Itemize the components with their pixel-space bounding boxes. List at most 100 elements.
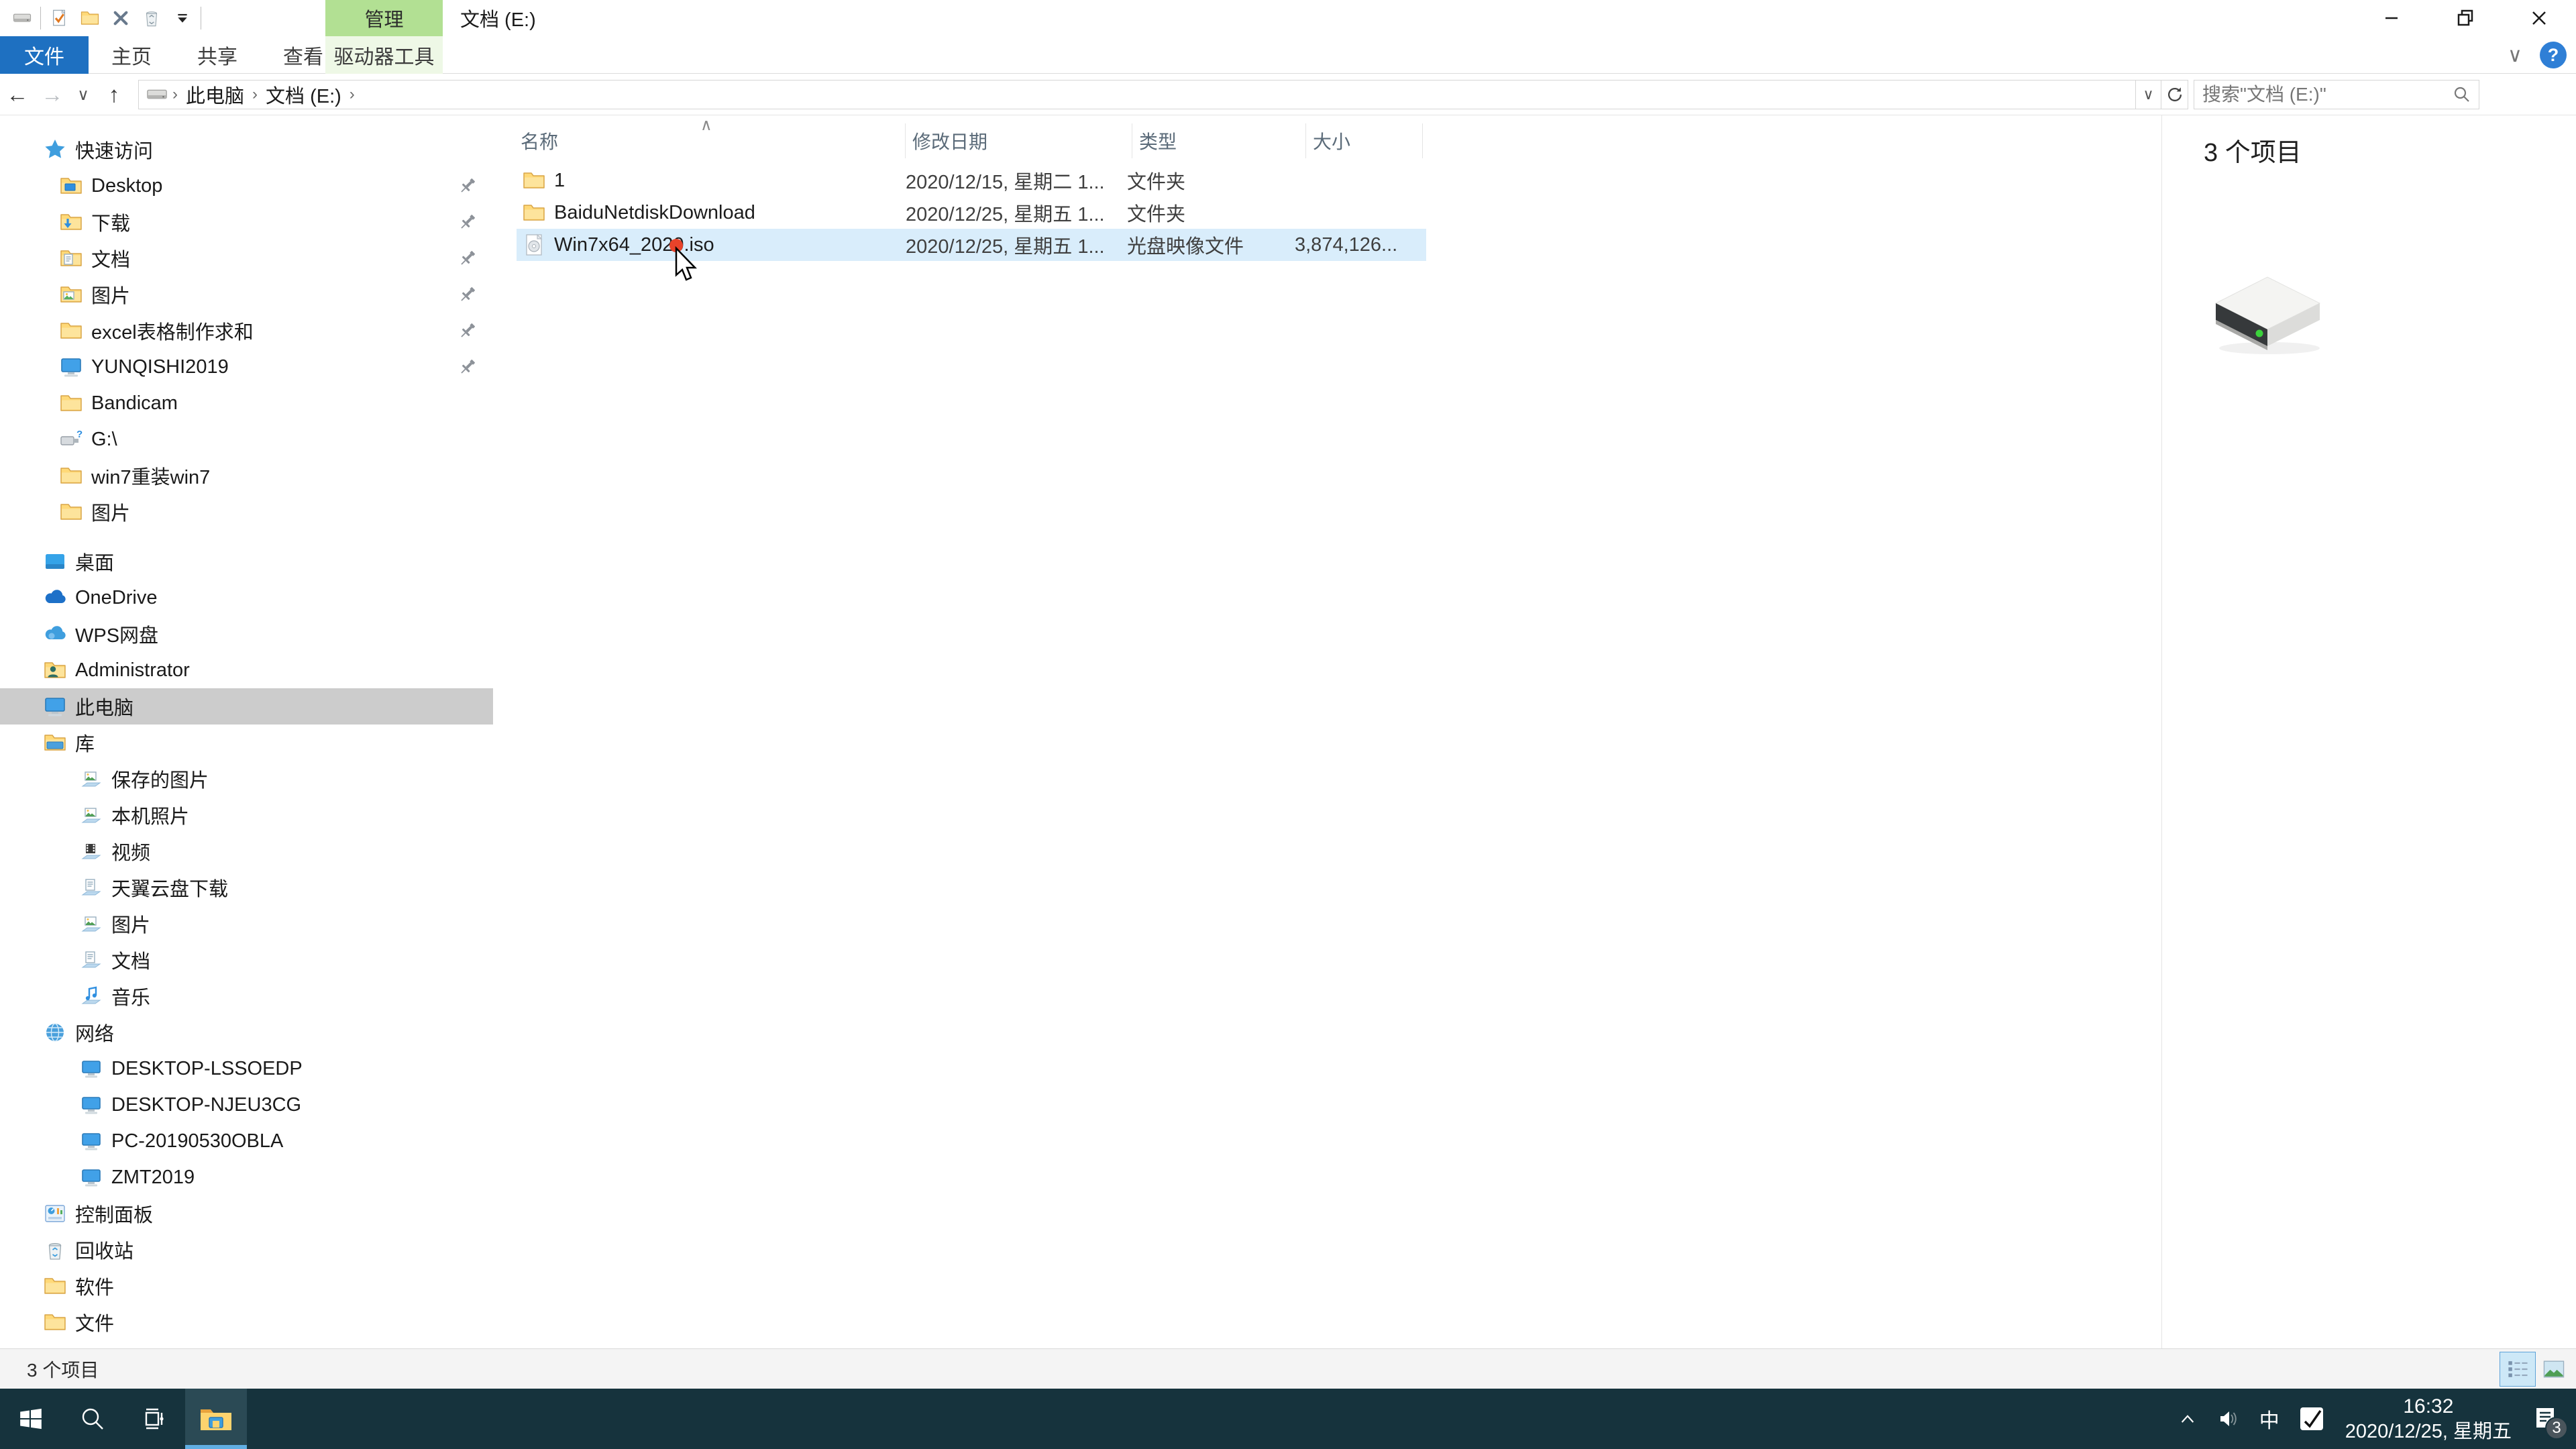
sidebar-item-Administrator[interactable]: Administrator	[0, 652, 493, 688]
window-drive-icon[interactable]	[7, 3, 38, 33]
restore-button[interactable]	[2428, 0, 2502, 36]
system-tray: 中 16:32 2020/12/25, 星期五 3	[2168, 1389, 2569, 1449]
sidebar-item-ZMT2019[interactable]: ZMT2019	[0, 1159, 493, 1195]
checkmark-app-icon[interactable]	[2289, 1389, 2334, 1449]
sidebar-item-图片[interactable]: 图片	[0, 906, 493, 942]
sidebar-item-音乐[interactable]: 音乐	[0, 978, 493, 1014]
sidebar-item-文件[interactable]: 文件	[0, 1304, 493, 1340]
forward-button[interactable]: →	[35, 78, 70, 111]
notification-badge: 3	[2545, 1417, 2568, 1440]
column-header-类型[interactable]: 类型	[1132, 123, 1306, 158]
sidebar-item-G:\[interactable]: ? G:\	[0, 421, 493, 458]
sidebar-item-保存的图片[interactable]: 保存的图片	[0, 761, 493, 797]
delete-icon[interactable]	[105, 3, 136, 33]
sidebar-item-DESKTOP-NJEU3CG[interactable]: DESKTOP-NJEU3CG	[0, 1087, 493, 1123]
breadcrumb-chevron-icon[interactable]: ›	[171, 85, 179, 104]
file-list: ∧ 名称 修改日期 类型 大小 1 2020/12/15, 星期二 1... 文件夹 Bai…	[514, 115, 1440, 1348]
sidebar-item-excel表格制作求和[interactable]: excel表格制作求和	[0, 313, 493, 349]
file-type: 文件夹	[1127, 172, 1186, 193]
search-input[interactable]	[2201, 83, 2452, 106]
tray-chevron-icon[interactable]	[2168, 1389, 2207, 1449]
file-size: 3,874,126...	[1295, 233, 1398, 256]
sidebar-item-label: 文件	[75, 1313, 115, 1335]
sidebar-item-图片[interactable]: 图片	[0, 494, 493, 530]
sidebar-item-视频[interactable]: 视频	[0, 833, 493, 869]
customize-qat-icon[interactable]	[167, 3, 198, 33]
back-button[interactable]: ←	[0, 78, 35, 111]
file-row-Win7x64_2020.iso[interactable]: Win7x64_2020.iso 2020/12/25, 星期五 1... 光盘映像…	[517, 229, 1426, 261]
taskbar-file-explorer-button[interactable]	[185, 1389, 247, 1449]
sidebar-item-文档[interactable]: 文档	[0, 240, 493, 276]
sidebar-item-桌面[interactable]: 桌面	[0, 543, 493, 580]
close-icon	[2532, 11, 2546, 25]
new-folder-icon[interactable]	[74, 3, 105, 33]
tab-主页[interactable]: 主页	[89, 36, 174, 74]
folder-icon	[43, 1310, 67, 1334]
column-header-修改日期[interactable]: 修改日期	[906, 123, 1132, 158]
sidebar-item-快速访问[interactable]: 快速访问	[0, 131, 493, 168]
sidebar-item-回收站[interactable]: 回收站	[0, 1232, 493, 1268]
monitor-icon	[59, 355, 83, 379]
task-view-button[interactable]	[123, 1389, 185, 1449]
breadcrumb-segment[interactable]: 文档 (E:)	[259, 80, 348, 109]
minimize-button[interactable]	[2355, 0, 2428, 36]
file-row-1[interactable]: 1 2020/12/15, 星期二 1... 文件夹	[517, 164, 1426, 197]
pin-icon	[457, 175, 478, 197]
refresh-button[interactable]	[2161, 80, 2188, 109]
sidebar-item-label: 回收站	[75, 1241, 134, 1263]
address-field[interactable]: › 此电脑 › 文档 (E:) ›	[138, 80, 2136, 109]
sidebar-item-DESKTOP-LSSOEDP[interactable]: DESKTOP-LSSOEDP	[0, 1051, 493, 1087]
file-row-BaiduNetdiskDownload[interactable]: BaiduNetdiskDownload 2020/12/25, 星期五 1...…	[517, 197, 1426, 229]
sidebar-item-库[interactable]: 库	[0, 724, 493, 761]
breadcrumb-segment[interactable]: 此电脑	[179, 80, 251, 109]
breadcrumb-chevron-icon[interactable]: ›	[348, 85, 356, 104]
start-button[interactable]	[0, 1389, 62, 1449]
sidebar-item-此电脑[interactable]: 此电脑	[0, 688, 493, 724]
tab-file[interactable]: 文件	[0, 36, 89, 74]
sidebar-item-Desktop[interactable]: Desktop	[0, 168, 493, 204]
tab-共享[interactable]: 共享	[174, 36, 260, 74]
sidebar-item-网络[interactable]: 网络	[0, 1014, 493, 1051]
sidebar-item-PC-20190530OBLA[interactable]: PC-20190530OBLA	[0, 1123, 493, 1159]
sidebar-item-天翼云盘下载[interactable]: 天翼云盘下载	[0, 869, 493, 906]
sidebar-item-win7重装win7[interactable]: win7重装win7	[0, 458, 493, 494]
column-header-大小[interactable]: 大小	[1306, 123, 1423, 158]
sidebar-item-OneDrive[interactable]: OneDrive	[0, 580, 493, 616]
breadcrumb-chevron-icon[interactable]: ›	[251, 85, 259, 104]
search-box[interactable]	[2194, 80, 2479, 109]
file-name: BaiduNetdiskDownload	[554, 201, 755, 223]
sidebar-item-WPS网盘[interactable]: WPS网盘	[0, 616, 493, 652]
thumbnail-view-button[interactable]	[2536, 1352, 2572, 1387]
sidebar-item-下载[interactable]: 下载	[0, 204, 493, 240]
taskbar-search-button[interactable]	[62, 1389, 123, 1449]
sidebar-item-控制面板[interactable]: 控制面板	[0, 1195, 493, 1232]
title-bar: 管理 文档 (E:)	[0, 0, 2576, 36]
ribbon-tab-row: 文件 主页 共享 查看 驱动器工具 ∨ ?	[0, 36, 2576, 74]
recent-locations-icon[interactable]: ∨	[70, 78, 97, 111]
preview-items-count: 3 个项目	[2204, 139, 2302, 167]
sidebar-item-文档[interactable]: 文档	[0, 942, 493, 978]
recycle-icon[interactable]	[136, 3, 167, 33]
ime-indicator[interactable]: 中	[2250, 1389, 2289, 1449]
properties-icon[interactable]	[44, 3, 74, 33]
tab-drive-tools[interactable]: 驱动器工具	[325, 36, 443, 74]
address-dropdown-icon[interactable]: ∨	[2136, 80, 2161, 109]
pin-icon	[457, 211, 478, 233]
details-view-button[interactable]	[2500, 1352, 2536, 1387]
sidebar-item-YUNQISHI2019[interactable]: YUNQISHI2019	[0, 349, 493, 385]
close-button[interactable]	[2502, 0, 2576, 36]
sidebar-item-本机照片[interactable]: 本机照片	[0, 797, 493, 833]
expand-ribbon-icon[interactable]: ∨	[2508, 44, 2522, 67]
volume-icon[interactable]	[2207, 1389, 2250, 1449]
sidebar-item-label: 网络	[75, 1024, 115, 1045]
sidebar-item-图片[interactable]: 图片	[0, 276, 493, 313]
sidebar-item-软件[interactable]: 软件	[0, 1268, 493, 1304]
pc-icon	[79, 1093, 103, 1117]
sidebar-item-Bandicam[interactable]: Bandicam	[0, 385, 493, 421]
help-icon[interactable]: ?	[2540, 42, 2567, 68]
notification-center-button[interactable]: 3	[2522, 1389, 2569, 1449]
up-button[interactable]: ↑	[97, 78, 131, 111]
drive-preview-icon	[2214, 276, 2321, 354]
taskbar-clock[interactable]: 16:32 2020/12/25, 星期五	[2334, 1394, 2522, 1444]
window-title: 文档 (E:)	[460, 9, 536, 31]
